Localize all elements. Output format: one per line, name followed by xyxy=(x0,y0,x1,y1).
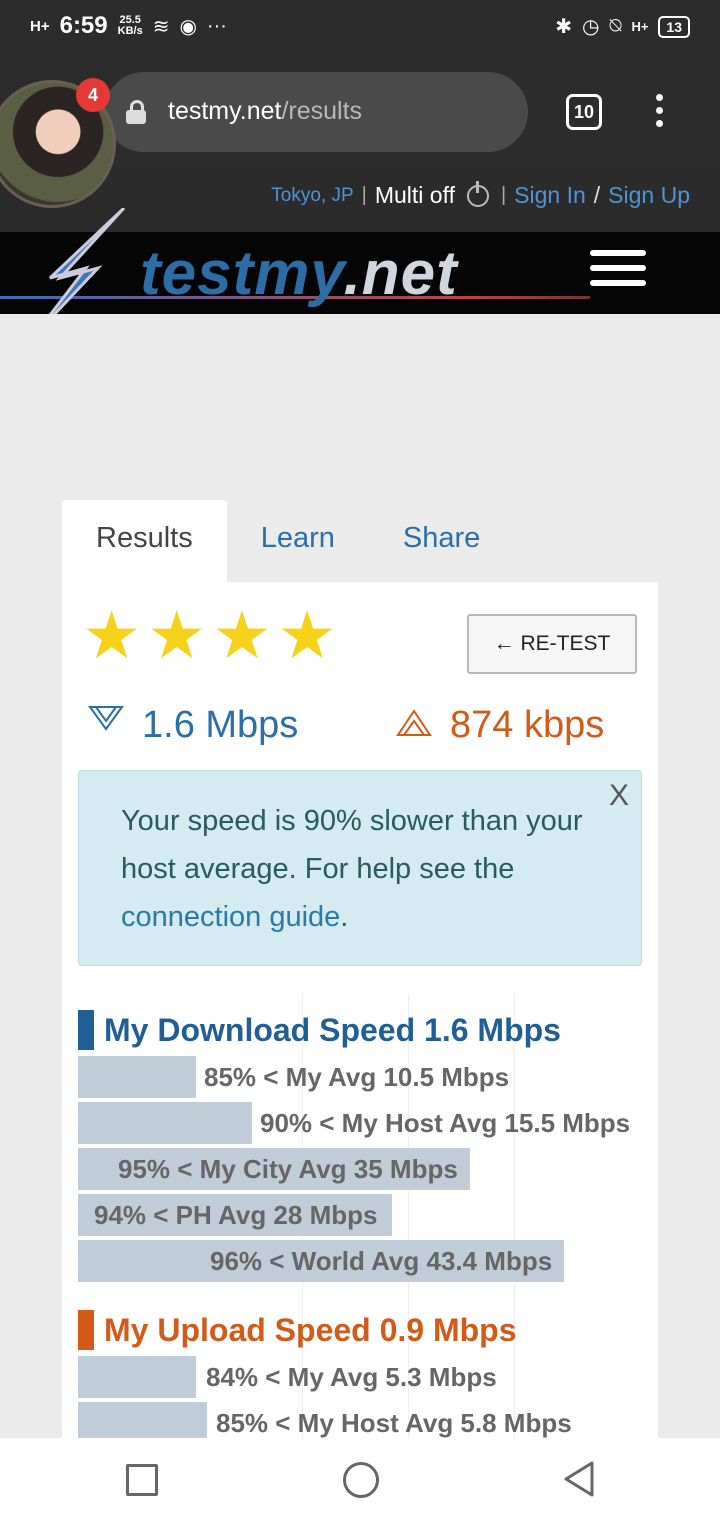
home-button[interactable] xyxy=(343,1462,379,1498)
upload-title-text: My Upload Speed 0.9 Mbps xyxy=(104,1311,517,1348)
result-tabs: Results Learn Share xyxy=(62,500,514,582)
back-button[interactable] xyxy=(562,1460,596,1498)
hamburger-menu-icon[interactable] xyxy=(590,250,646,295)
alert-message: Your speed is 90% slower than your host … xyxy=(121,797,591,941)
multi-thread-status: Multi off xyxy=(374,182,455,208)
star-icon: ★ xyxy=(277,598,337,672)
upload-bar-label: 84% < My Avg 5.3 Mbps xyxy=(206,1362,497,1392)
alert-text: Your speed is 90% slower than your host … xyxy=(121,805,583,885)
star-rating: ★ ★ ★ ★ xyxy=(82,602,337,668)
recent-apps-button[interactable] xyxy=(126,1464,158,1496)
tab-learn[interactable]: Learn xyxy=(227,500,369,582)
star-icon: ★ xyxy=(212,598,272,672)
download-bar-row: 94% < PH Avg 28 Mbps xyxy=(78,1194,638,1236)
download-bar-label: 96% < World Avg 43.4 Mbps xyxy=(210,1246,553,1276)
download-bar xyxy=(78,1056,196,1098)
upload-bar xyxy=(78,1356,196,1398)
url-path: /results xyxy=(281,97,363,125)
download-bar-row: 85% < My Avg 10.5 Mbps xyxy=(78,1056,638,1098)
star-icon: ★ xyxy=(147,598,207,672)
upload-arrow-icon xyxy=(396,708,432,736)
close-alert-button[interactable]: X xyxy=(609,779,629,813)
download-bar xyxy=(78,1102,252,1144)
power-icon[interactable] xyxy=(466,180,489,207)
url-domain: testmy.net xyxy=(168,97,282,125)
lock-icon xyxy=(126,100,146,124)
logo-part-1: testmy xyxy=(140,239,344,308)
upload-section-title: My Upload Speed 0.9 Mbps xyxy=(78,1310,517,1350)
download-bar-row: 90% < My Host Avg 15.5 Mbps xyxy=(78,1102,638,1144)
connection-guide-link[interactable]: connection guide xyxy=(121,901,340,933)
alarm-icon: ◷ xyxy=(581,16,600,38)
download-arrow-icon xyxy=(88,705,124,731)
address-bar[interactable]: testmy.net/results xyxy=(104,72,528,152)
silent-icon: ⍉ xyxy=(609,15,622,37)
more-notifications-icon: ··· xyxy=(206,14,227,37)
divider: | xyxy=(500,184,507,206)
results-panel: ★ ★ ★ ★ ← RE-TEST 1.6 Mbps 874 kbps Your sp… xyxy=(62,582,658,1444)
status-bar: H+ 6:59 25.5 KB/s ≋ ◉ ··· ✱ ◷ ⍉ H+ 13 xyxy=(0,0,720,58)
page-content: Results Learn Share ★ ★ ★ ★ ← RE-TEST 1.6 M… xyxy=(0,314,720,1444)
messenger-icon: ◉ xyxy=(179,15,197,38)
site-logo[interactable]: testmy.net xyxy=(140,238,458,309)
overflow-menu-icon[interactable] xyxy=(656,94,663,133)
download-bar-row: 96% < World Avg 43.4 Mbps xyxy=(78,1240,638,1282)
sign-in-link[interactable]: Sign In xyxy=(514,182,586,209)
download-section-title: My Download Speed 1.6 Mbps xyxy=(78,1010,561,1050)
upload-bar-label: 85% < My Host Avg 5.8 Mbps xyxy=(216,1408,572,1438)
notification-badge: 4 xyxy=(76,78,110,112)
download-result: 1.6 Mbps xyxy=(88,694,298,747)
upload-result: 874 kbps xyxy=(396,694,604,747)
tab-share[interactable]: Share xyxy=(369,500,514,582)
auth-separator: / xyxy=(593,182,601,208)
divider: | xyxy=(361,184,367,206)
system-navigation-bar xyxy=(0,1438,720,1520)
download-marker xyxy=(78,1010,94,1050)
download-bar-label: 90% < My Host Avg 15.5 Mbps xyxy=(260,1108,631,1138)
network-indicator-right: H+ xyxy=(631,19,649,34)
logo-part-2: .net xyxy=(343,239,458,308)
speed-alert: Your speed is 90% slower than your host … xyxy=(78,770,642,966)
site-header: testmy.net xyxy=(0,208,720,338)
data-saver-icon: ≋ xyxy=(152,15,170,38)
location-link[interactable]: Tokyo, JP xyxy=(271,185,353,207)
download-bar-row: 95% < My City Avg 35 Mbps xyxy=(78,1148,638,1190)
download-bar-label: 94% < PH Avg 28 Mbps xyxy=(94,1200,378,1230)
alert-text-end: . xyxy=(340,901,349,933)
upload-speed: 874 kbps xyxy=(450,704,605,746)
battery-icon: 13 xyxy=(658,15,690,38)
download-bar-label: 95% < My City Avg 35 Mbps xyxy=(118,1154,458,1184)
tab-switcher-button[interactable]: 10 xyxy=(566,94,602,130)
star-icon: ★ xyxy=(82,598,142,672)
url-text[interactable]: testmy.net/results xyxy=(168,97,362,126)
network-indicator: H+ xyxy=(30,17,50,35)
network-speed-unit: KB/s xyxy=(117,25,143,37)
sign-up-link[interactable]: Sign Up xyxy=(608,182,690,209)
tab-results[interactable]: Results xyxy=(62,500,227,582)
network-speed: 25.5 KB/s xyxy=(118,15,143,37)
upload-bar-row: 84% < My Avg 5.3 Mbps xyxy=(78,1356,638,1398)
clock: 6:59 xyxy=(59,12,108,39)
download-title-text: My Download Speed 1.6 Mbps xyxy=(104,1011,561,1048)
download-speed: 1.6 Mbps xyxy=(142,704,299,746)
bluetooth-icon: ✱ xyxy=(555,16,572,38)
download-bar-label: 85% < My Avg 10.5 Mbps xyxy=(204,1062,510,1092)
retest-button[interactable]: ← RE-TEST xyxy=(467,614,637,674)
upload-marker xyxy=(78,1310,94,1350)
